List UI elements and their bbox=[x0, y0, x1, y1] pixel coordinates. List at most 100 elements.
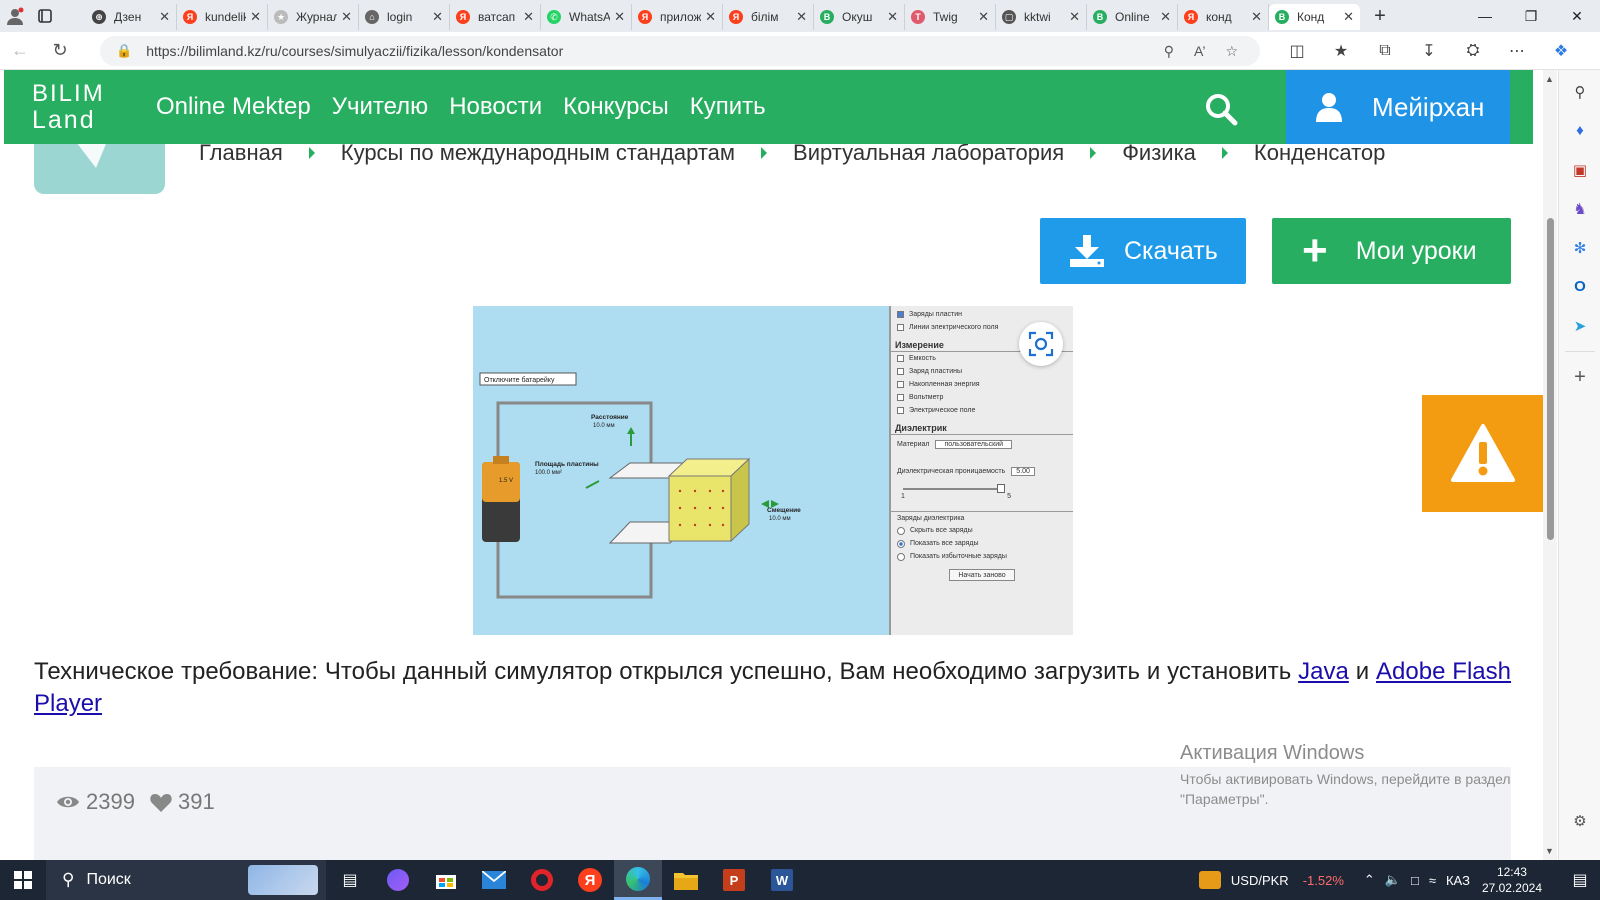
clock[interactable]: 12:43 27.02.2024 bbox=[1482, 864, 1542, 896]
word-icon[interactable]: W bbox=[758, 860, 806, 900]
close-icon[interactable]: ✕ bbox=[1554, 0, 1600, 32]
chevron-up-icon[interactable]: ⌃ bbox=[1364, 872, 1375, 888]
tab-close-icon[interactable]: ✕ bbox=[523, 9, 534, 25]
tab-close-icon[interactable]: ✕ bbox=[341, 9, 352, 25]
browser-tab[interactable]: Яkundelik ✕ bbox=[177, 4, 268, 30]
tab-close-icon[interactable]: ✕ bbox=[978, 9, 989, 25]
task-view-icon[interactable]: ▤ bbox=[326, 860, 374, 900]
profile-icon[interactable] bbox=[0, 2, 30, 30]
url-field[interactable]: 🔒 https://bilimland.kz/ru/courses/simuly… bbox=[100, 36, 1260, 66]
likes-stat[interactable]: 391 bbox=[150, 789, 215, 815]
volume-icon[interactable]: 🔈 bbox=[1385, 872, 1401, 888]
visual-search-icon[interactable] bbox=[1019, 322, 1063, 366]
browser-tab[interactable]: Ябілім ✕ bbox=[723, 4, 814, 30]
sidebar-add-icon[interactable]: + bbox=[1559, 358, 1600, 397]
copilot-sidebar-icon[interactable]: ✻ bbox=[1559, 228, 1600, 267]
tab-close-icon[interactable]: ✕ bbox=[1160, 9, 1171, 25]
tab-close-icon[interactable]: ✕ bbox=[796, 9, 807, 25]
user-profile-button[interactable]: Мейірхан bbox=[1286, 70, 1510, 144]
sidebar-search-icon[interactable]: ⚲ bbox=[1559, 72, 1600, 111]
download-button[interactable]: Скачать bbox=[1040, 218, 1246, 284]
taskbar-search[interactable]: ⚲ Поиск bbox=[46, 860, 326, 900]
page-scrollbar[interactable]: ▲ ▼ bbox=[1543, 70, 1557, 860]
tab-close-icon[interactable]: ✕ bbox=[705, 9, 716, 25]
tab-actions-icon[interactable] bbox=[30, 2, 60, 30]
file-explorer-icon[interactable] bbox=[662, 860, 710, 900]
menu-item-teacher[interactable]: Учителю bbox=[332, 93, 428, 121]
minimize-icon[interactable]: — bbox=[1462, 0, 1508, 32]
browser-tab[interactable]: B Online ✕ bbox=[1087, 4, 1178, 30]
browser-tab[interactable]: B Окуш ✕ bbox=[814, 4, 905, 30]
microsoft-store-icon[interactable] bbox=[422, 860, 470, 900]
copilot-icon[interactable]: ❖ bbox=[1539, 41, 1583, 61]
alice-assistant-icon[interactable] bbox=[374, 860, 422, 900]
menu-item-news[interactable]: Новости bbox=[449, 93, 542, 121]
downloads-icon[interactable]: ↧ bbox=[1407, 41, 1451, 61]
tools-case-icon[interactable]: ▣ bbox=[1559, 150, 1600, 189]
back-button[interactable]: ← bbox=[0, 32, 40, 70]
opera-icon[interactable] bbox=[518, 860, 566, 900]
java-link[interactable]: Java bbox=[1298, 658, 1349, 685]
download-label: Скачать bbox=[1124, 236, 1218, 265]
outlook-icon[interactable]: O bbox=[1559, 267, 1600, 306]
menu-item-online-mektep[interactable]: Online Mektep bbox=[156, 93, 311, 121]
tab-close-icon[interactable]: ✕ bbox=[250, 9, 261, 25]
yandex-browser-icon[interactable]: Я bbox=[566, 860, 614, 900]
tab-close-icon[interactable]: ✕ bbox=[614, 9, 625, 25]
wifi-icon[interactable]: ≈ bbox=[1429, 873, 1436, 888]
scrollbar-thumb[interactable] bbox=[1547, 218, 1554, 540]
tab-close-icon[interactable]: ✕ bbox=[887, 9, 898, 25]
new-tab-button[interactable]: + bbox=[1360, 2, 1400, 30]
tab-close-icon[interactable]: ✕ bbox=[1251, 9, 1262, 25]
powerpoint-icon[interactable]: P bbox=[710, 860, 758, 900]
favorite-star-icon[interactable]: ☆ bbox=[1225, 43, 1238, 60]
tab-close-icon[interactable]: ✕ bbox=[159, 9, 170, 25]
browser-tab[interactable]: ★ Журнал ✕ bbox=[268, 4, 359, 30]
tab-close-icon[interactable]: ✕ bbox=[1343, 9, 1354, 25]
currency-widget[interactable]: USD/PKR -1.52% bbox=[1198, 871, 1344, 889]
browser-tab[interactable]: Яватсап ✕ bbox=[450, 4, 541, 30]
scroll-down-icon[interactable]: ▼ bbox=[1545, 846, 1554, 856]
browser-tab[interactable]: T Twig ✕ bbox=[905, 4, 996, 30]
start-button[interactable] bbox=[0, 860, 46, 900]
warning-icon bbox=[1450, 423, 1515, 482]
zoom-icon[interactable]: ⚲ bbox=[1164, 43, 1174, 60]
search-icon[interactable] bbox=[1204, 92, 1238, 126]
browser-tab[interactable]: ⌂ login ✕ bbox=[359, 4, 450, 30]
collections-icon[interactable]: ⧉ bbox=[1363, 42, 1407, 60]
more-menu-icon[interactable]: ⋯ bbox=[1495, 41, 1539, 61]
browser-tab[interactable]: ▢ kktwi ✕ bbox=[996, 4, 1087, 30]
edge-browser-icon[interactable] bbox=[614, 860, 662, 900]
favorites-icon[interactable]: ★ bbox=[1319, 41, 1363, 61]
simulator-preview[interactable]: Отключите батарейку 1.5 V Расстояние 10.… bbox=[473, 306, 1073, 635]
menu-item-buy[interactable]: Купить bbox=[690, 93, 766, 121]
browser-tab[interactable]: B Конд ✕ bbox=[1269, 4, 1360, 30]
checkbox bbox=[897, 407, 904, 414]
notifications-icon[interactable]: ▤ bbox=[1560, 870, 1600, 890]
scroll-up-icon[interactable]: ▲ bbox=[1545, 74, 1554, 84]
browser-tab[interactable]: Яприложение✕ bbox=[632, 4, 723, 30]
restore-icon[interactable]: ❐ bbox=[1508, 0, 1554, 32]
reload-button[interactable]: ↻ bbox=[40, 32, 80, 70]
tab-favicon-icon: ⊕ bbox=[92, 10, 106, 24]
extensions-icon[interactable]: ⛭ bbox=[1451, 42, 1495, 60]
shopping-tag-icon[interactable]: ♦ bbox=[1559, 111, 1600, 150]
sim-option-label: Электрическое поле bbox=[909, 407, 976, 414]
tab-close-icon[interactable]: ✕ bbox=[1069, 9, 1080, 25]
mail-icon[interactable] bbox=[470, 860, 518, 900]
browser-tab[interactable]: Яконд ✕ bbox=[1178, 4, 1269, 30]
menu-item-contests[interactable]: Конкурсы bbox=[563, 93, 669, 121]
report-error-button[interactable] bbox=[1422, 395, 1543, 512]
games-chess-icon[interactable]: ♞ bbox=[1559, 189, 1600, 228]
site-logo[interactable]: BILIM Land bbox=[4, 81, 124, 134]
my-lessons-button[interactable]: + Мои уроки bbox=[1272, 218, 1511, 284]
language-indicator[interactable]: КАЗ bbox=[1446, 873, 1470, 888]
read-aloud-icon[interactable]: A’ bbox=[1194, 43, 1205, 59]
tab-close-icon[interactable]: ✕ bbox=[432, 9, 443, 25]
battery-icon[interactable]: □ bbox=[1411, 873, 1419, 888]
split-screen-icon[interactable]: ◫ bbox=[1275, 41, 1319, 61]
sidebar-settings-icon[interactable]: ⚙ bbox=[1559, 801, 1600, 840]
telegram-icon[interactable]: ➤ bbox=[1559, 306, 1600, 345]
browser-tab[interactable]: ⊕ Дзен ✕ bbox=[86, 4, 177, 30]
browser-tab[interactable]: ✆ WhatsApp✕ bbox=[541, 4, 632, 30]
